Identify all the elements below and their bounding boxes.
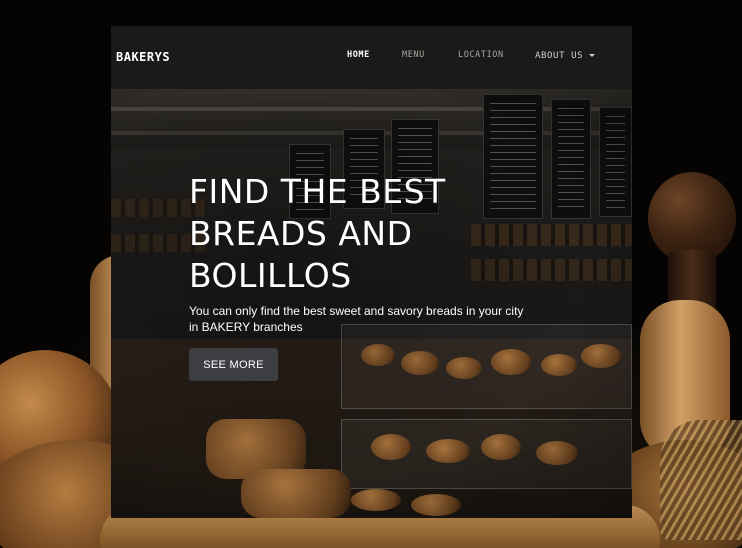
nav-menu[interactable]: MENU <box>402 50 425 60</box>
hero-subtitle: You can only find the best sweet and sav… <box>189 303 569 335</box>
caret-down-icon <box>589 54 596 57</box>
brand-logo[interactable]: BAKERYS <box>116 50 170 64</box>
hero-title-line: FIND THE BEST <box>189 172 446 211</box>
hero-title-line: BOLILLOS <box>189 256 352 295</box>
hero-title: FIND THE BEST BREADS AND BOLILLOS <box>189 171 519 297</box>
nav-home[interactable]: HOME <box>347 50 370 60</box>
hero-subtitle-line: You can only find the best sweet and sav… <box>189 304 524 318</box>
website-preview: BAKERYS HOME MENU LOCATION ABOUT US FIND… <box>111 26 632 518</box>
nav-about-label: ABOUT US <box>535 51 584 61</box>
nav-location[interactable]: LOCATION <box>458 50 504 60</box>
see-more-button[interactable]: SEE MORE <box>189 348 278 381</box>
hero-subtitle-line: in BAKERY branches <box>189 320 303 334</box>
hero-title-line: BREADS AND <box>189 214 413 253</box>
wheat-bundle <box>660 420 742 540</box>
nav-about-us-dropdown[interactable]: ABOUT US <box>535 51 596 61</box>
navbar: BAKERYS HOME MENU LOCATION ABOUT US <box>111 26 632 89</box>
